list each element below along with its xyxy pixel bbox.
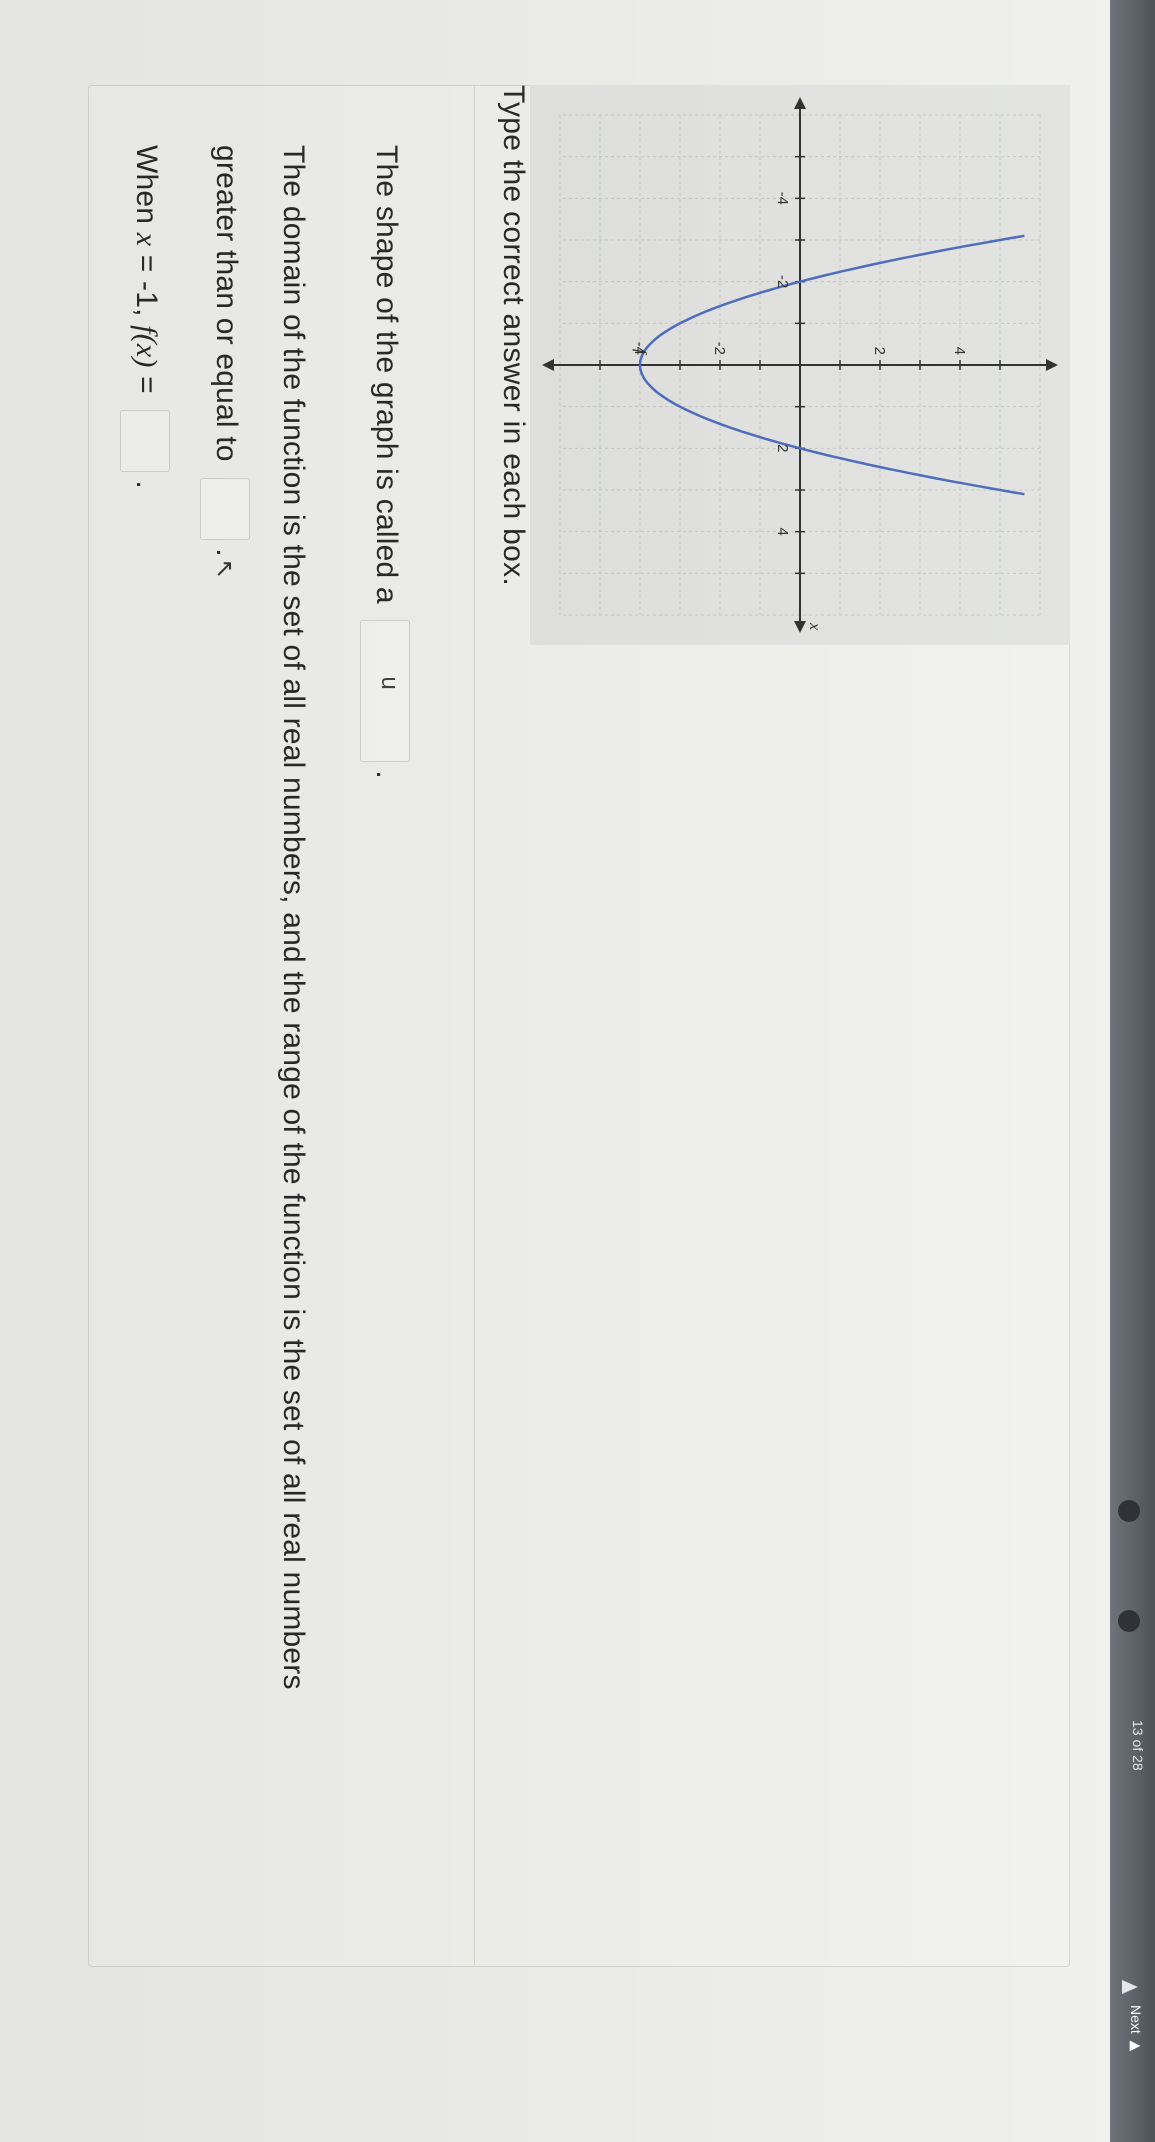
divider	[474, 85, 475, 1965]
graph-shape-input[interactable]: u	[360, 620, 410, 763]
function-value-input[interactable]	[120, 410, 170, 473]
line2-text: The domain of the function is the set of…	[277, 145, 310, 1690]
line3-prefix: greater than or equal to	[210, 145, 244, 462]
line4-equals: = -1,	[130, 246, 164, 326]
line4-after: =	[130, 367, 164, 394]
range-min-input[interactable]	[200, 478, 250, 541]
y-axis-arrow-icon	[1046, 359, 1058, 371]
question-line-1: The shape of the graph is called a u .	[360, 145, 410, 779]
status-dot-icon	[1118, 1500, 1140, 1522]
line4-prefix: When	[130, 145, 164, 225]
sidebar-chrome	[1110, 0, 1155, 2142]
line4-function: f(x)	[130, 325, 164, 368]
x-tick-label: -2	[774, 275, 791, 288]
y-axis-arrow-icon	[542, 359, 554, 371]
x-tick-label: -4	[774, 192, 791, 205]
parabola-graph: -4-224-4 -2 2 4xf	[542, 97, 1058, 633]
line1-suffix: .	[370, 770, 404, 779]
instructions-text: Type the correct answer in each box.	[497, 85, 530, 587]
x-tick-label: 2	[774, 444, 791, 452]
y-tick-label: 2	[871, 347, 888, 355]
graph-shape-value: u	[376, 676, 403, 690]
question-line-4: When x = -1, f(x) = .	[120, 145, 170, 489]
line4-suffix: .	[130, 480, 164, 489]
line4-variable: x	[130, 232, 164, 247]
question-panel: -4 -2 2 4 -4 -2 2 4 x f Type the correct answer i…	[0, 85, 1110, 1985]
line1-prefix: The shape of the graph is called a	[370, 145, 404, 604]
y-tick-label: -2	[711, 342, 728, 355]
question-rotated-content: -4 -2 2 4 -4 -2 2 4 x f Type the correct answer i…	[0, 0, 1110, 2142]
x-tick-label: 4	[774, 527, 791, 535]
x-axis-arrow-icon	[794, 97, 806, 109]
y-tick-label: 4	[951, 347, 968, 355]
graph-axes	[542, 97, 1058, 633]
mouse-cursor-icon: ↖	[211, 558, 239, 580]
x-axis-arrow-icon	[794, 621, 806, 633]
question-line-2: The domain of the function is the set of…	[276, 145, 310, 1690]
x-axis-label: x	[806, 622, 823, 630]
status-dot-icon	[1118, 1610, 1140, 1632]
question-line-3: greater than or equal to .↖	[200, 145, 250, 579]
next-button[interactable]: Next ▶	[1118, 2005, 1144, 2054]
page-counter: 13 of 28	[1130, 1720, 1146, 1771]
line3-suffix: .	[210, 548, 244, 557]
graph-box: -4 -2 2 4 -4 -2 2 4 x f	[530, 85, 1070, 645]
